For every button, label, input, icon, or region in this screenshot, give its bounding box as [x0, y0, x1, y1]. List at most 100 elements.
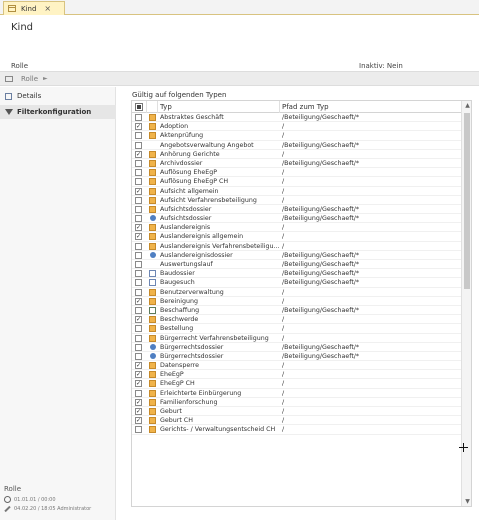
table-row[interactable]: Bürgerrecht Verfahrensbeteiligung / — [132, 334, 461, 343]
table-row[interactable]: Bestellung / — [132, 324, 461, 334]
row-checkbox[interactable] — [135, 141, 142, 149]
row-checkbox[interactable] — [135, 389, 142, 397]
header-check-column — [132, 101, 147, 113]
row-checkbox[interactable]: ✓ — [135, 150, 142, 158]
row-checkbox[interactable] — [135, 114, 142, 121]
row-checkbox[interactable] — [135, 426, 142, 434]
row-pfad: / — [282, 408, 285, 415]
row-checkbox[interactable]: ✓ — [135, 316, 142, 324]
scroll-up-icon[interactable]: ▲ — [462, 101, 471, 110]
row-checkbox[interactable] — [135, 251, 142, 259]
folder-icon — [149, 169, 156, 177]
row-checkbox[interactable]: ✓ — [135, 224, 142, 232]
table-row[interactable]: ✓ Datensperre / — [132, 361, 461, 371]
table-row[interactable]: ✓ Auslandereignis / — [132, 223, 461, 233]
table-row[interactable]: ✓ EheEgP / — [132, 370, 461, 380]
row-checkbox[interactable] — [135, 132, 142, 140]
table-row[interactable]: Aufsichtsdossier/Beteiligung/Geschaeft/* — [132, 205, 461, 215]
row-typ: Geburt — [160, 408, 182, 415]
breadcrumb-item-rolle[interactable]: Rolle — [21, 75, 38, 83]
table-row[interactable]: Gerichts- / Verwaltungsentscheid CH / — [132, 425, 461, 435]
row-checkbox[interactable]: ✓ — [135, 187, 142, 195]
row-checkbox[interactable] — [135, 261, 142, 268]
row-checkbox[interactable]: ✓ — [135, 371, 142, 379]
table-row[interactable]: Auflösung EheEgP / — [132, 168, 461, 178]
table-row[interactable]: Auflösung EheEgP CH / — [132, 177, 461, 187]
table-row[interactable]: Archivdossier/Beteiligung/Geschaeft/* — [132, 159, 461, 169]
folder-icon — [149, 316, 156, 324]
column-header-pfad[interactable]: Pfad zum Typ — [280, 101, 461, 113]
table-row[interactable]: ✓ EheEgP CH / — [132, 379, 461, 389]
table-row[interactable]: Benutzerverwaltung / — [132, 288, 461, 297]
table-row[interactable]: Angebotsverwaltung Angebot/Beteiligung/G… — [132, 141, 461, 150]
table-row[interactable]: Baudossier/Beteiligung/Geschaeft/* — [132, 269, 461, 279]
column-header-typ[interactable]: Typ — [158, 101, 280, 113]
row-checkbox[interactable] — [135, 343, 142, 351]
row-checkbox[interactable]: ✓ — [135, 123, 142, 131]
table-row[interactable]: Aufsicht Verfahrensbeteiligung / — [132, 196, 461, 205]
folder-icon — [149, 159, 156, 167]
table-row[interactable]: Baugesuch/Beteiligung/Geschaeft/* — [132, 278, 461, 288]
row-checkbox[interactable]: ✓ — [135, 362, 142, 370]
scroll-down-icon[interactable]: ▼ — [462, 497, 471, 506]
folder-icon — [149, 389, 156, 397]
table-row[interactable]: Auslandereignisdossier/Beteiligung/Gesch… — [132, 251, 461, 260]
tab-kind[interactable]: Kind × — [3, 1, 65, 15]
table-row[interactable]: Erleichterte Einbürgerung / — [132, 389, 461, 398]
table-row[interactable]: Abstraktes Geschäft/Beteiligung/Geschaef… — [132, 113, 461, 123]
table-row[interactable]: ✓ Geburt CH / — [132, 416, 461, 426]
table-row[interactable]: Beschaffung/Beteiligung/Geschaeft/* — [132, 306, 461, 316]
close-icon[interactable]: × — [44, 4, 51, 13]
row-checkbox[interactable]: ✓ — [135, 233, 142, 241]
table-row[interactable]: Auslandereignis Verfahrensbeteiligu... / — [132, 242, 461, 251]
row-pfad: / — [282, 380, 285, 388]
row-checkbox[interactable] — [135, 325, 142, 333]
row-checkbox[interactable] — [135, 334, 142, 342]
table-row[interactable]: ✓ Beschwerde / — [132, 315, 461, 325]
table-row[interactable]: ✓ Auslandereignis allgemein / — [132, 232, 461, 242]
table-row[interactable]: ✓ Adoption / — [132, 122, 461, 132]
row-pfad: /Beteiligung/Geschaeft/* — [282, 251, 360, 259]
table-row[interactable]: ✓ Anhörung Gerichte / — [132, 150, 461, 159]
row-checkbox[interactable]: ✓ — [135, 398, 142, 406]
table-row[interactable]: Auswertungslauf/Beteiligung/Geschaeft/* — [132, 260, 461, 270]
folder-icon — [149, 224, 156, 232]
row-checkbox[interactable] — [135, 270, 142, 278]
row-pfad: / — [282, 371, 285, 379]
row-typ: Familienforschung — [160, 398, 218, 406]
row-checkbox[interactable] — [135, 288, 142, 296]
row-checkbox[interactable] — [135, 178, 142, 186]
row-checkbox[interactable]: ✓ — [135, 297, 142, 305]
sidebar-item-filterkonfiguration[interactable]: Filterkonfiguration — [0, 105, 116, 119]
row-typ: Bürgerrecht Verfahrensbeteiligung — [160, 334, 269, 342]
table-row[interactable]: Bürgerrechtsdossier/Beteiligung/Geschaef… — [132, 352, 461, 362]
folder-icon — [149, 114, 156, 121]
sidebar-item-details[interactable]: Details — [0, 89, 116, 103]
select-all-checkbox[interactable] — [135, 103, 143, 111]
table-row[interactable]: Bürgerrechtsdossier/Beteiligung/Geschaef… — [132, 343, 461, 352]
folder-icon — [149, 408, 156, 415]
row-checkbox[interactable] — [135, 159, 142, 167]
table-row[interactable]: ✓ Bereinigung / — [132, 297, 461, 306]
scroll-thumb[interactable] — [464, 113, 470, 289]
row-checkbox[interactable] — [135, 196, 142, 204]
table-row[interactable]: Aufsichtsdossier/Beteiligung/Geschaeft/* — [132, 214, 461, 224]
chevron-right-icon[interactable]: ► — [43, 75, 48, 82]
row-checkbox[interactable] — [135, 169, 142, 177]
folder-icon — [149, 233, 156, 241]
row-pfad: / — [282, 316, 285, 324]
folder-icon — [149, 178, 156, 186]
row-checkbox[interactable] — [135, 306, 142, 314]
row-checkbox[interactable]: ✓ — [135, 380, 142, 388]
row-checkbox[interactable] — [135, 215, 142, 223]
table-row[interactable]: ✓ Aufsicht allgemein / — [132, 187, 461, 196]
table-row[interactable]: ✓ Familienforschung / — [132, 398, 461, 407]
row-checkbox[interactable] — [135, 279, 142, 287]
row-checkbox[interactable]: ✓ — [135, 417, 142, 425]
table-row[interactable]: Aktenprüfung / — [132, 131, 461, 141]
table-row[interactable]: ✓ Geburt / — [132, 407, 461, 417]
row-checkbox[interactable] — [135, 352, 142, 360]
row-checkbox[interactable] — [135, 242, 142, 250]
row-checkbox[interactable]: ✓ — [135, 408, 142, 415]
row-checkbox[interactable] — [135, 205, 142, 213]
